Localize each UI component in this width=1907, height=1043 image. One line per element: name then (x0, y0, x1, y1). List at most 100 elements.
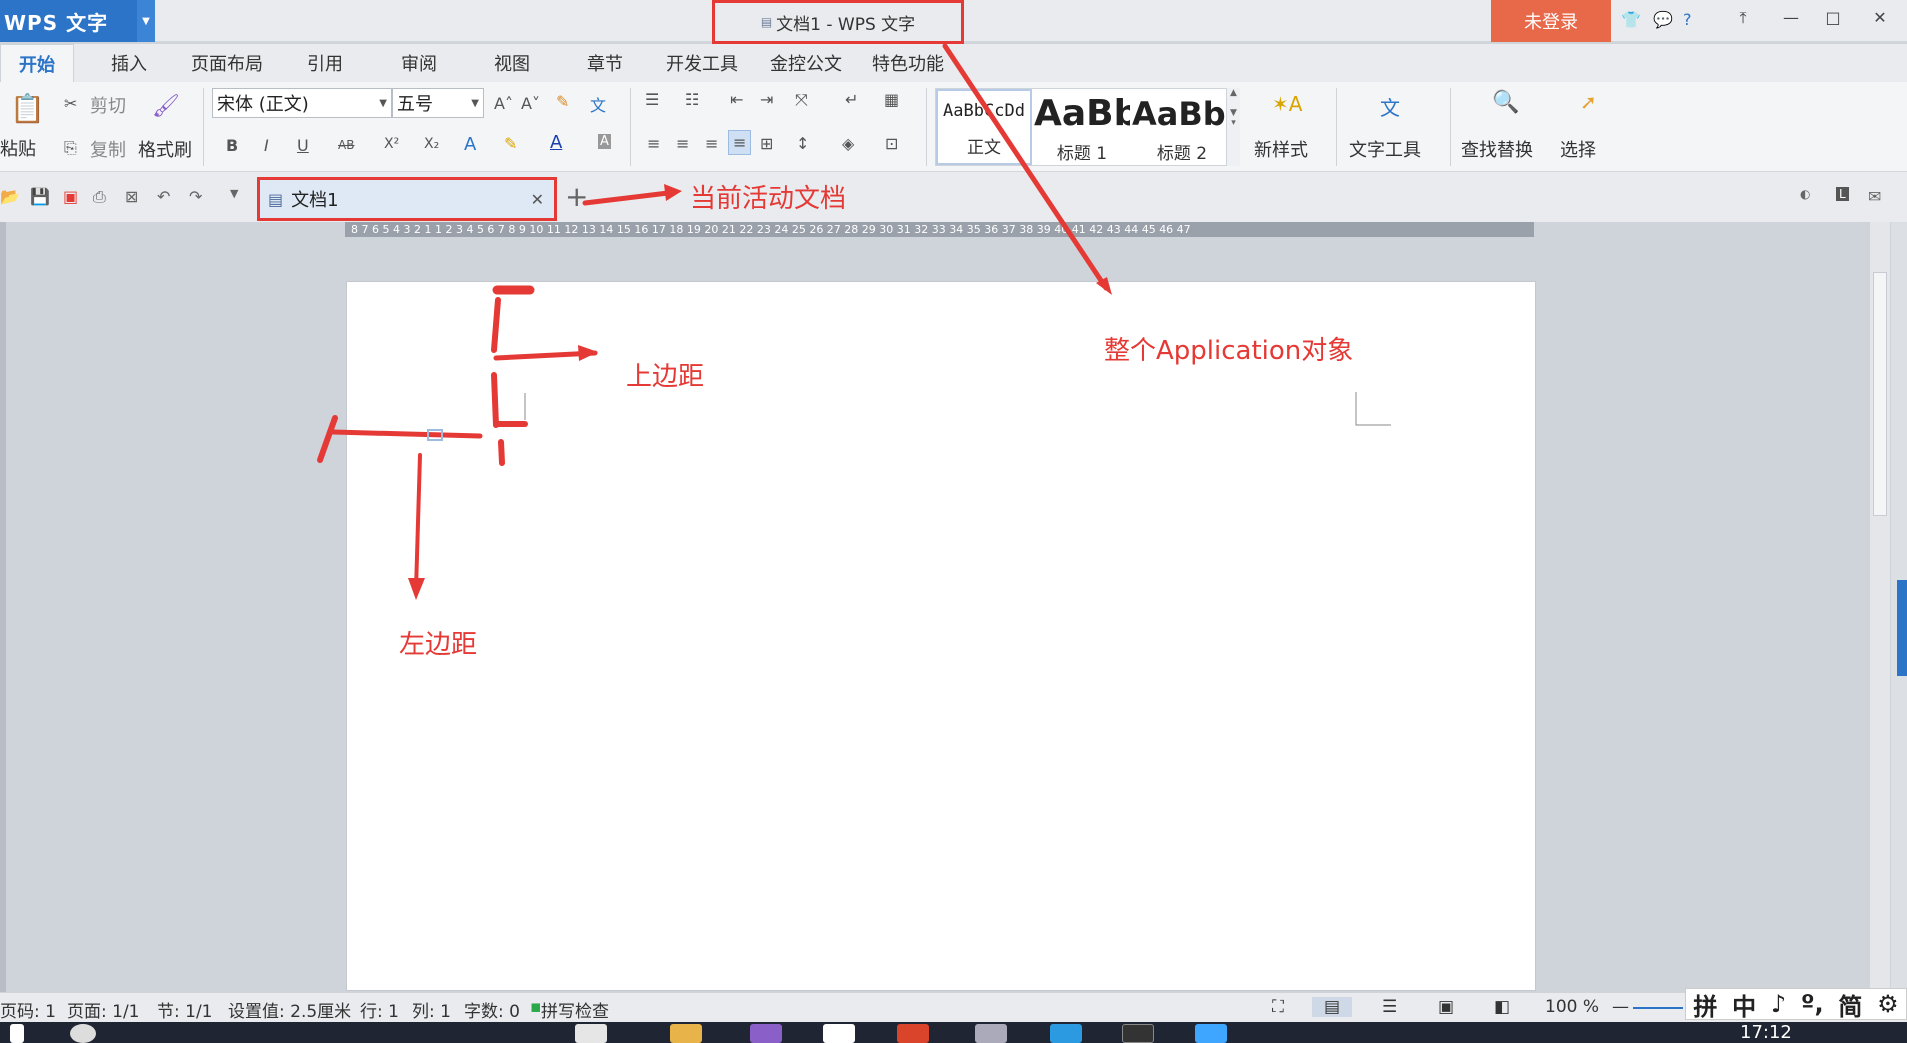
chat-icon[interactable]: 💬 (1653, 10, 1673, 29)
justify-icon[interactable]: ≡ (728, 130, 752, 155)
text-effect-icon[interactable]: A (464, 134, 476, 155)
distribute-icon[interactable]: ⊞ (760, 134, 773, 153)
line-break-icon[interactable]: ↵ (845, 90, 858, 109)
increase-indent-icon[interactable]: ⇥ (760, 90, 773, 109)
line-spacing-icon[interactable]: ↕ (796, 134, 809, 153)
shrink-font-icon[interactable]: A˅ (521, 94, 540, 113)
search-icon[interactable] (70, 1024, 96, 1043)
format-painter-button[interactable]: 格式刷 (138, 136, 192, 162)
ime-settings[interactable]: ⚙ (1877, 990, 1899, 1018)
copy-button[interactable]: 复制 (90, 136, 126, 162)
underline-button[interactable]: U (297, 136, 309, 155)
chevron-down-icon[interactable]: ▼ (230, 187, 238, 200)
scrollbar-thumb[interactable] (1873, 272, 1887, 516)
ime-language[interactable]: 中 (1732, 987, 1756, 1022)
ime-punctuation[interactable]: º, (1801, 990, 1824, 1018)
bullet-list-icon[interactable]: ☰ (645, 90, 659, 109)
minimize-button[interactable]: — (1776, 8, 1806, 27)
vertical-scrollbar[interactable] (1870, 222, 1890, 992)
tab-jinkong[interactable]: 金控公文 (770, 44, 842, 82)
text-tools-icon[interactable]: 文 (1380, 92, 1400, 121)
tab-view[interactable]: 视图 (494, 44, 530, 82)
style-normal[interactable]: AaBbCcDd 正文 (936, 89, 1032, 165)
shading-icon[interactable]: ◈ (842, 134, 854, 153)
clear-format-icon[interactable]: ✎ (556, 92, 569, 111)
outline-view-icon[interactable]: ☰ (1382, 997, 1397, 1017)
terminal-icon[interactable] (1122, 1024, 1154, 1043)
new-style-icon[interactable]: ✶A (1272, 92, 1302, 116)
font-name-select[interactable]: 宋体 (正文) ▼ (212, 88, 392, 118)
tab-special[interactable]: 特色功能 (872, 44, 944, 82)
taskbar-clock[interactable]: 17:12 (1740, 1022, 1792, 1043)
visual-studio-icon[interactable] (750, 1024, 782, 1043)
tab-insert[interactable]: 插入 (111, 44, 147, 82)
align-right-icon[interactable]: ≡ (705, 134, 718, 153)
select-button[interactable]: 选择 (1560, 136, 1596, 162)
app-icon[interactable] (823, 1024, 855, 1043)
tab-developer[interactable]: 开发工具 (666, 44, 738, 82)
app-menu-button[interactable]: WPS 文字 ▼ (0, 0, 155, 42)
zoom-slider[interactable] (1633, 1007, 1683, 1009)
tab-references[interactable]: 引用 (307, 44, 343, 82)
find-replace-icon[interactable]: 🔍 (1492, 90, 1519, 115)
login-button[interactable]: 未登录 (1491, 0, 1611, 42)
collapse-ribbon-icon[interactable]: ⤒ (1728, 8, 1758, 28)
close-button[interactable]: ✕ (1865, 8, 1895, 27)
layout-icon[interactable]: L (1836, 187, 1849, 201)
open-icon[interactable]: 📂 (0, 187, 20, 206)
text-tools-button[interactable]: 文字工具 (1349, 136, 1421, 162)
cut-button[interactable]: 剪切 (90, 92, 126, 118)
document-page[interactable] (346, 281, 1536, 991)
print-icon[interactable]: ⎙ (93, 187, 106, 207)
skin-icon[interactable]: 👕 (1621, 10, 1641, 29)
start-icon[interactable] (10, 1024, 24, 1043)
find-replace-button[interactable]: 查找替换 (1461, 136, 1533, 162)
style-heading-2[interactable]: AaBb( 标题 2 (1132, 89, 1232, 165)
side-panel-toggle[interactable] (1897, 580, 1907, 676)
superscript-button[interactable]: X² (384, 136, 399, 152)
new-style-button[interactable]: 新样式 (1254, 136, 1308, 162)
ime-simplified[interactable]: 简 (1838, 987, 1862, 1022)
font-color-icon[interactable]: A (550, 132, 562, 153)
paste-icon[interactable]: 📋 (10, 92, 45, 125)
redo-icon[interactable]: ↷ (189, 187, 202, 206)
scissors-icon[interactable]: ✂ (64, 94, 77, 113)
app-icon[interactable] (1050, 1024, 1082, 1043)
tab-review[interactable]: 审阅 (401, 44, 437, 82)
task-view-icon[interactable] (575, 1024, 607, 1043)
web-view-icon[interactable]: ▣ (1438, 997, 1454, 1017)
format-painter-icon[interactable]: 🖌 (152, 94, 180, 119)
browser-icon[interactable] (897, 1024, 929, 1043)
eye-care-icon[interactable]: ◧ (1494, 997, 1510, 1017)
grow-font-icon[interactable]: A˄ (494, 94, 513, 113)
italic-button[interactable]: I (264, 136, 269, 155)
app-icon[interactable] (975, 1024, 1007, 1043)
copy-icon[interactable]: ⎘ (64, 138, 77, 158)
ime-mode[interactable]: 拼 (1693, 987, 1717, 1022)
borders-icon[interactable]: ⊡ (885, 134, 898, 153)
phonetic-icon[interactable]: 文 (590, 92, 606, 116)
file-explorer-icon[interactable] (670, 1024, 702, 1043)
comment-icon[interactable]: ✉ (1868, 187, 1881, 206)
cursor-icon[interactable]: ➚ (1580, 90, 1597, 114)
doc-view-icon[interactable]: ◐ (1800, 187, 1810, 201)
tab-page-layout[interactable]: 页面布局 (191, 44, 263, 82)
horizontal-ruler[interactable]: 8 7 6 5 4 3 2 1 1 2 3 4 5 6 7 8 9 10 11 … (345, 222, 1534, 237)
subscript-button[interactable]: X₂ (424, 136, 439, 152)
tab-home[interactable]: 开始 (0, 44, 74, 82)
highlight-icon[interactable]: ✎ (504, 134, 517, 153)
style-gallery-scroll[interactable]: ▲ ▼ ▾ (1226, 88, 1240, 166)
chevron-down-icon[interactable]: ▼ (137, 0, 155, 42)
save-icon[interactable]: 💾 (30, 187, 50, 206)
document-tab[interactable]: ▤ 文档1 ✕ (257, 177, 557, 221)
table-icon[interactable]: ▦ (884, 90, 899, 109)
numbered-list-icon[interactable]: ☷ (685, 90, 699, 109)
maximize-button[interactable]: □ (1818, 8, 1848, 27)
style-heading-1[interactable]: AaBb 标题 1 (1034, 89, 1130, 165)
zoom-level[interactable]: 100 % (1545, 997, 1599, 1017)
zoom-out-icon[interactable]: — (1612, 997, 1629, 1017)
ime-toolbar[interactable]: 拼 中 ♪ º, 简 ⚙ (1685, 987, 1907, 1022)
char-shading-icon[interactable]: A (598, 134, 611, 149)
bold-button[interactable]: B (226, 136, 238, 155)
strikethrough-button[interactable]: AB (338, 138, 354, 152)
